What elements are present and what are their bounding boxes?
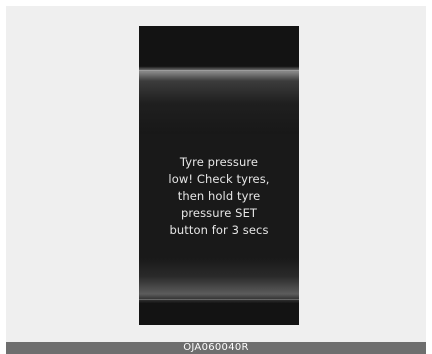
display-bottom-bezel xyxy=(139,258,299,304)
message-line: Tyre pressure xyxy=(179,154,259,169)
display-bottom-highlight xyxy=(139,299,299,300)
cluster-display: Tyre pressure low! Check tyres, then hol… xyxy=(139,26,299,325)
message-line: button for 3 secs xyxy=(169,222,269,237)
warning-message-text: Tyre pressure low! Check tyres, then hol… xyxy=(139,154,299,239)
message-line: then hold tyre xyxy=(177,188,261,203)
figure-code: OJA060040R xyxy=(183,342,249,353)
warning-message: Tyre pressure low! Check tyres, then hol… xyxy=(139,134,299,258)
display-top-highlight xyxy=(139,70,299,71)
message-line: pressure SET xyxy=(180,205,258,220)
message-line: low! Check tyres, xyxy=(168,171,270,186)
caption-bar: OJA060040R xyxy=(6,342,426,354)
display-top-bezel xyxy=(139,66,299,134)
